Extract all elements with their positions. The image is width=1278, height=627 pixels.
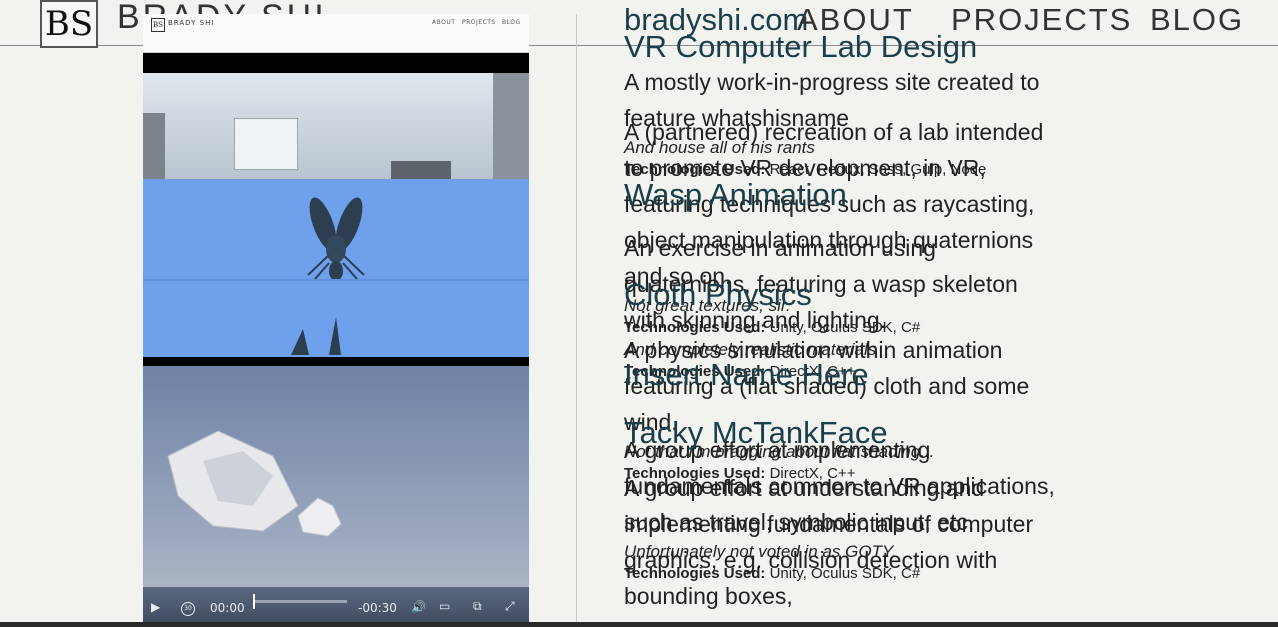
mini-nav-projects: PROJECTS [462, 19, 496, 26]
play-icon[interactable]: ▶ [151, 600, 160, 614]
airplay-icon[interactable]: ▭ [439, 599, 450, 613]
wasp-scene [143, 179, 529, 357]
nav-projects[interactable]: PROJECTS [951, 2, 1132, 38]
site-link[interactable]: bradyshi.com [624, 2, 808, 38]
skip-30-icon[interactable]: 30 [181, 602, 195, 616]
video-mini-header: BS BRADY SHI ABOUT PROJECTS BLOG [143, 14, 529, 53]
project-description: A group effort at understanding and impl… [624, 475, 1034, 609]
project-tacky: Tacky McTankFace A group effort at under… [624, 416, 1064, 614]
fullscreen-icon[interactable]: ⤢ [505, 599, 515, 614]
cloth-illustration [167, 430, 342, 537]
project-note: And house all of his rants [624, 138, 815, 157]
wasp-body [326, 235, 346, 263]
tech-list: React, Redux, Sass, Gulp, Node [769, 161, 987, 178]
scene-band [143, 357, 529, 366]
desk [391, 161, 451, 179]
nav-blog[interactable]: BLOG [1150, 2, 1244, 38]
project-title[interactable]: Wasp Animation [624, 178, 1064, 212]
nav-about[interactable]: ABOUT [797, 2, 914, 38]
project-title[interactable]: Insert Name Here [624, 358, 1064, 392]
wasp-abdomen [329, 261, 343, 281]
picture-in-picture-icon[interactable]: ⧉ [473, 599, 482, 614]
scene-split [143, 279, 529, 281]
cloth-scene [143, 366, 529, 587]
wasp-partial [291, 317, 341, 355]
vr-lab-scene [143, 73, 529, 179]
cloth-shape-small [297, 497, 342, 537]
tech-label: Technologies Used: [624, 161, 766, 178]
project-video[interactable]: BS BRADY SHI ABOUT PROJECTS BLOG ▶ 30 00… [143, 14, 529, 627]
shelf [143, 113, 165, 179]
volume-icon[interactable]: 🔊 [411, 600, 426, 614]
current-time: 00:00 [210, 601, 245, 615]
remaining-time: -00:30 [358, 601, 397, 615]
progress-knob[interactable] [253, 594, 255, 609]
content-divider [576, 14, 577, 624]
whiteboard [234, 118, 298, 170]
room-wall [493, 73, 529, 179]
mini-brand-name: BRADY SHI [168, 19, 215, 27]
project-bradyshi: A mostly work-in-progress site created t… [624, 62, 1064, 180]
video-controls: ▶ 30 00:00 -00:30 🔊 ▭ ⧉ ⤢ [143, 587, 529, 627]
wasp-illustration [291, 197, 365, 355]
mini-nav-about: ABOUT [432, 19, 456, 26]
mini-logo: BS [151, 18, 165, 32]
project-description: A mostly work-in-progress site created t… [624, 69, 1040, 131]
bottom-shadow [0, 622, 1278, 627]
site-logo[interactable]: BS [40, 0, 98, 48]
project-title[interactable]: Tacky McTankFace [624, 416, 1064, 450]
progress-bar[interactable] [253, 594, 347, 609]
mini-nav-blog: BLOG [502, 19, 521, 26]
project-title[interactable]: Cloth Physics [624, 278, 1064, 312]
